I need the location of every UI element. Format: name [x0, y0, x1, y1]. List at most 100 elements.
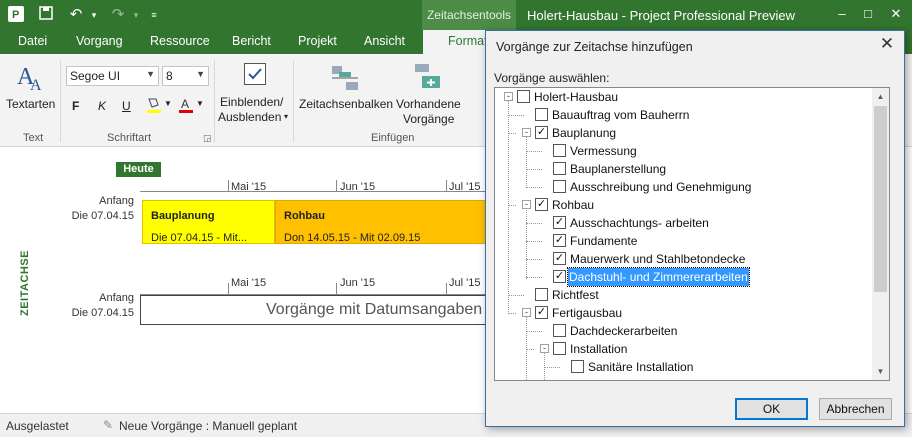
checkbox[interactable] — [553, 180, 566, 193]
timeline-start-upper: Anfang Die 07.04.15 — [22, 194, 134, 224]
show-hide-label-2[interactable]: Ausblenden — [218, 110, 281, 124]
maximize-button[interactable]: □ — [858, 6, 878, 21]
collapse-icon[interactable]: - — [522, 200, 531, 209]
show-hide-label-1[interactable]: Einblenden/ — [220, 95, 283, 109]
tab-vorgang[interactable]: Vorgang — [76, 34, 123, 48]
existing-tasks-label-1[interactable]: Vorhandene — [396, 97, 461, 111]
chevron-down-icon[interactable]: ▾ — [284, 112, 288, 121]
bold-button[interactable]: F — [72, 99, 79, 113]
group-separator — [214, 60, 215, 142]
scroll-up-icon[interactable]: ▲ — [872, 88, 889, 105]
collapse-icon[interactable]: - — [540, 344, 549, 353]
timeline-bar[interactable]: Rohbau Don 14.05.15 - Mit 02.09.15 — [275, 200, 490, 244]
tree-item-label: Fundamente — [570, 234, 638, 248]
tree-scrollbar[interactable]: ▲ ▼ — [872, 88, 889, 380]
tab-bericht[interactable]: Bericht — [232, 34, 271, 48]
text-styles-icon[interactable]: AA — [15, 60, 47, 94]
pin-icon: ✎ — [103, 418, 114, 432]
ok-button[interactable]: OK — [735, 398, 808, 420]
tab-ansicht[interactable]: Ansicht — [364, 34, 405, 48]
svg-text:A: A — [181, 97, 189, 111]
timeline-bars-button[interactable]: Zeitachsenbalken — [299, 97, 393, 111]
checkbox[interactable] — [553, 144, 566, 157]
save-icon[interactable] — [36, 5, 56, 25]
checkbox-checked[interactable]: ✓ — [535, 126, 548, 139]
checkbox-checked[interactable]: ✓ — [535, 198, 548, 211]
collapse-icon[interactable]: - — [504, 92, 513, 101]
existing-tasks-icon[interactable] — [412, 58, 446, 94]
start-label: Anfang — [99, 292, 134, 304]
fill-color-icon[interactable] — [146, 96, 162, 114]
context-tab-title: Zeitachsentools — [422, 0, 516, 30]
checkbox-checked[interactable]: ✓ — [535, 306, 548, 319]
existing-tasks-label-2[interactable]: Vorgänge — [403, 112, 454, 126]
collapse-icon[interactable]: - — [522, 128, 531, 137]
font-color-icon[interactable]: A — [178, 96, 194, 114]
project-window: P ↶ ▾ ↷ ▾ ≡ Zeitachsentools Holert-Hausb… — [0, 0, 912, 437]
scroll-thumb[interactable] — [874, 106, 887, 292]
tree-item-label: Dachstuhl- und Zimmererarbeiten — [567, 267, 750, 287]
font-size-value: 8 — [166, 69, 173, 83]
bar-dates: Don 14.05.15 - Mit 02.09.15 — [284, 232, 421, 244]
tree-item-label: Holert-Hausbau — [534, 90, 619, 104]
svg-text:P: P — [12, 9, 19, 21]
collapse-icon[interactable]: - — [522, 308, 531, 317]
checkbox-checked[interactable]: ✓ — [553, 234, 566, 247]
task-tree[interactable]: - Holert-Hausbau Bauauftrag vom Bauherrn… — [494, 87, 890, 381]
tree-item-label: Installation — [570, 342, 628, 356]
svg-text:A: A — [30, 77, 42, 94]
close-icon[interactable]: ✕ — [874, 33, 900, 55]
tab-datei[interactable]: Datei — [18, 34, 47, 48]
checkbox[interactable] — [571, 360, 584, 373]
start-date: Die 07.04.15 — [71, 210, 134, 222]
checkbox[interactable] — [517, 90, 530, 103]
timescale-lower — [140, 283, 492, 295]
tab-projekt[interactable]: Projekt — [298, 34, 337, 48]
italic-button[interactable]: K — [98, 99, 106, 113]
minimize-button[interactable]: – — [832, 6, 852, 21]
timeline-placeholder[interactable]: Vorgänge mit Datumsangaben — [140, 295, 490, 325]
tree-item-label: Ausschreibung und Genehmigung — [570, 180, 752, 194]
checkbox-icon[interactable] — [244, 63, 266, 85]
close-window-button[interactable]: ✕ — [886, 6, 906, 22]
tree-item-label: Sanitäre Installation — [588, 360, 694, 374]
bar-dates: Die 07.04.15 - Mit... — [151, 232, 247, 244]
timeline-bar-icon[interactable] — [328, 58, 362, 94]
chevron-down-icon: ▼ — [146, 69, 155, 79]
dialog-launcher-icon[interactable]: ◲ — [203, 133, 212, 144]
chevron-down-icon: ▼ — [196, 69, 205, 79]
tab-format[interactable]: Format — [423, 30, 491, 54]
redo-icon[interactable]: ↷ — [108, 5, 128, 25]
tab-ressource[interactable]: Ressource — [150, 34, 210, 48]
group-font-label: Schriftart — [107, 132, 152, 144]
cancel-button[interactable]: Abbrechen — [819, 398, 892, 420]
checkbox[interactable] — [535, 108, 548, 121]
checkbox-checked[interactable]: ✓ — [553, 216, 566, 229]
month-label: Jul '15 — [449, 277, 481, 289]
checkbox[interactable] — [535, 288, 548, 301]
undo-icon[interactable]: ↶ — [66, 5, 86, 25]
status-new-tasks[interactable]: Neue Vorgänge : Manuell geplant — [119, 419, 297, 433]
tree-item-label: Richtfest — [552, 288, 599, 302]
chevron-down-icon[interactable]: ▼ — [164, 99, 172, 108]
underline-button[interactable]: U — [122, 99, 131, 113]
checkbox[interactable] — [553, 162, 566, 175]
tree-item-label: Bauplanerstellung — [570, 162, 667, 176]
chevron-down-icon[interactable]: ▼ — [196, 99, 204, 108]
today-marker: Heute — [116, 162, 161, 177]
font-size-combo[interactable]: 8 ▼ — [162, 66, 209, 86]
group-separator — [60, 60, 61, 142]
redo-dropdown-icon[interactable]: ▾ — [126, 5, 146, 25]
window-title: Holert-Hausbau - Project Professional Pr… — [527, 8, 796, 23]
scroll-down-icon[interactable]: ▼ — [872, 363, 889, 380]
customize-qat-icon[interactable]: ≡ — [144, 5, 164, 25]
timeline-bar[interactable]: Bauplanung Die 07.04.15 - Mit... — [142, 200, 275, 244]
checkbox[interactable] — [553, 342, 566, 355]
text-styles-button[interactable]: Textarten — [6, 97, 55, 111]
month-label: Jun '15 — [340, 277, 376, 289]
font-name-combo[interactable]: Segoe UI ▼ — [66, 66, 159, 86]
checkbox[interactable] — [553, 324, 566, 337]
checkbox-checked[interactable]: ✓ — [553, 252, 566, 265]
undo-dropdown-icon[interactable]: ▾ — [84, 5, 104, 25]
checkbox-checked[interactable]: ✓ — [553, 270, 566, 283]
